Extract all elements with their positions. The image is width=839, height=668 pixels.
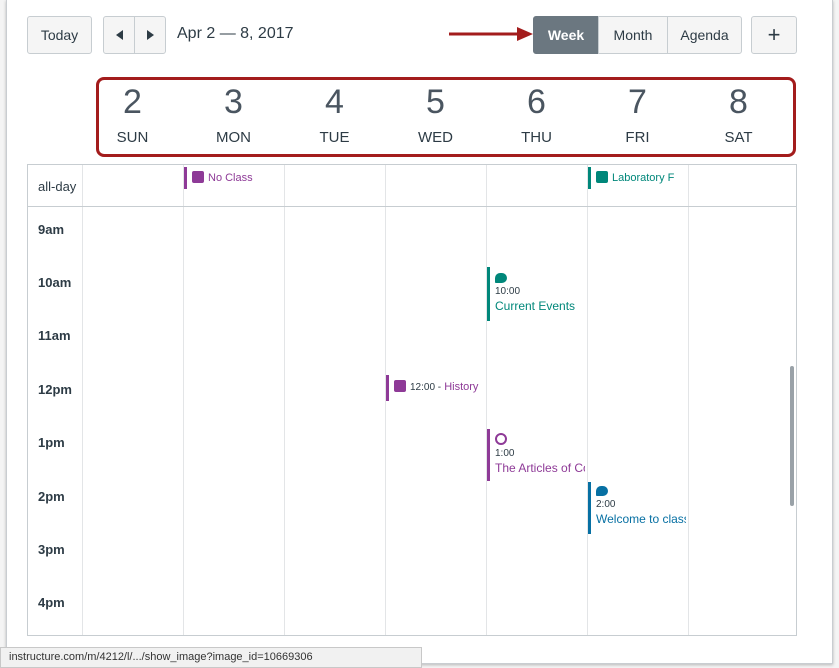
caret-left-icon — [115, 30, 123, 40]
event-title: Laboratory F — [612, 172, 675, 184]
previous-week-button[interactable] — [103, 16, 135, 54]
day-name: MON — [216, 129, 251, 146]
day-header-thu[interactable]: 6 THU — [486, 83, 587, 146]
next-week-button[interactable] — [134, 16, 166, 54]
event-welcome[interactable]: 2:00 Welcome to class — [588, 482, 686, 534]
day-name: THU — [521, 129, 552, 146]
day-number: 4 — [325, 83, 344, 121]
day-name: SUN — [116, 129, 149, 146]
vertical-scrollbar[interactable] — [790, 366, 794, 506]
grid-divider — [284, 165, 285, 635]
day-name: TUE — [319, 129, 350, 146]
day-number: 7 — [628, 83, 647, 121]
week-grid[interactable]: all-day 9am 10am 11am 12pm 1pm 2pm 3pm 4… — [27, 164, 797, 636]
grid-divider — [183, 165, 184, 635]
calendar-icon — [192, 171, 204, 183]
annotation-arrow-icon — [449, 27, 533, 41]
day-name: SAT — [724, 129, 753, 146]
day-header-wed[interactable]: 5 WED — [385, 83, 486, 146]
hour-label: 2pm — [38, 489, 65, 504]
today-button[interactable]: Today — [27, 16, 92, 54]
day-number: 5 — [426, 83, 445, 121]
day-number: 2 — [123, 83, 142, 121]
view-month-button[interactable]: Month — [598, 16, 668, 54]
event-title: No Class — [208, 172, 253, 184]
hour-label: 1pm — [38, 435, 65, 450]
day-header-sun[interactable]: 2 SUN — [82, 83, 183, 146]
status-url-bar: instructure.com/m/4212/l/.../show_image?… — [0, 647, 422, 668]
caret-right-icon — [146, 30, 154, 40]
calendar-icon — [596, 171, 608, 183]
event-current-events[interactable]: 10:00 Current Events — [487, 267, 585, 321]
event-no-class[interactable]: No Class — [184, 167, 253, 189]
hour-label: 4pm — [38, 595, 65, 610]
assignment-icon — [394, 380, 406, 392]
hour-label: 9am — [38, 222, 65, 237]
grid-divider — [587, 165, 588, 635]
view-week-button[interactable]: Week — [533, 16, 599, 54]
day-header-sat[interactable]: 8 SAT — [688, 83, 789, 146]
discussion-icon — [495, 273, 507, 283]
day-name: FRI — [625, 129, 650, 146]
event-title: Current Events — [495, 299, 576, 313]
add-event-button[interactable]: + — [751, 16, 797, 54]
hour-label: 3pm — [38, 542, 65, 557]
day-number: 8 — [729, 83, 748, 121]
event-time: 10:00 — [495, 286, 521, 297]
event-title: The Articles of Co — [495, 461, 585, 475]
day-number: 6 — [527, 83, 546, 121]
grid-divider — [688, 165, 689, 635]
day-number: 3 — [224, 83, 243, 121]
discussion-icon — [596, 486, 608, 496]
event-title: Welcome to class — [596, 512, 686, 526]
day-header-fri[interactable]: 7 FRI — [587, 83, 688, 146]
day-name: WED — [418, 129, 453, 146]
event-title: History — [444, 381, 479, 393]
grid-divider — [82, 165, 83, 635]
event-time: 1:00 — [495, 448, 515, 459]
event-history[interactable]: 12:00 - History — [386, 375, 484, 401]
all-day-label: all-day — [38, 179, 77, 194]
hour-label: 10am — [38, 275, 72, 290]
view-agenda-button[interactable]: Agenda — [667, 16, 742, 54]
date-range-title: Apr 2 — 8, 2017 — [177, 25, 294, 42]
day-header-tue[interactable]: 4 TUE — [284, 83, 385, 146]
event-time: 2:00 — [596, 499, 616, 510]
grid-divider — [486, 165, 487, 635]
event-laboratory[interactable]: Laboratory F — [588, 167, 686, 189]
day-header-mon[interactable]: 3 MON — [183, 83, 284, 146]
event-articles[interactable]: 1:00 The Articles of Co — [487, 429, 585, 481]
quiz-icon — [495, 433, 507, 445]
event-time: 12:00 - — [410, 382, 442, 393]
hour-label: 11am — [38, 328, 71, 343]
hour-label: 12pm — [38, 382, 72, 397]
